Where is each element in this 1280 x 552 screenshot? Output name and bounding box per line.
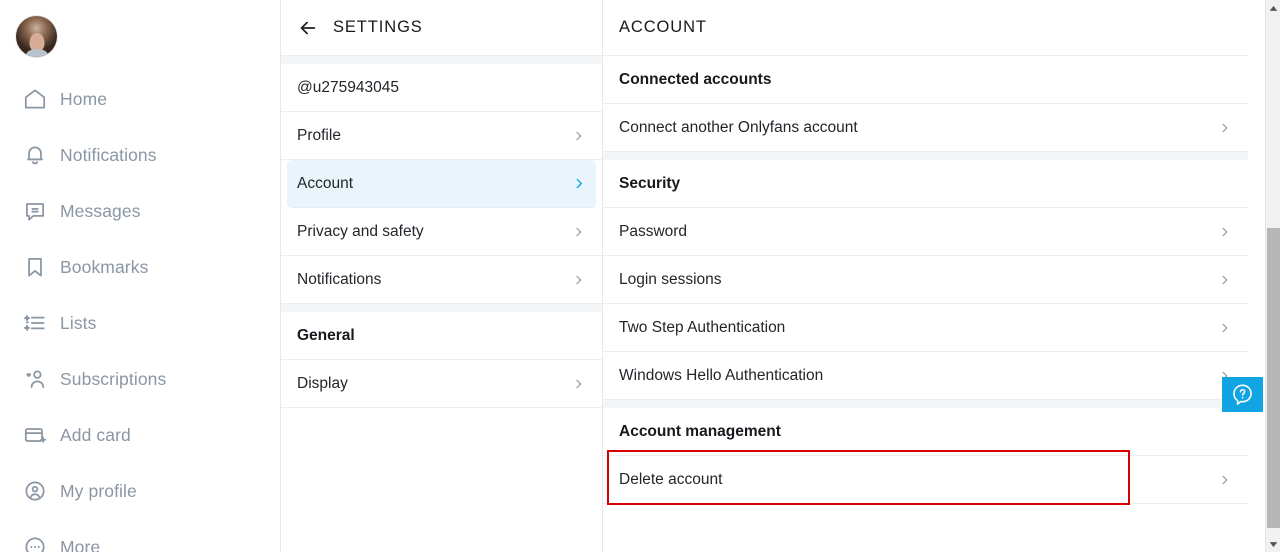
sidebar-item-bookmarks[interactable]: Bookmarks: [0, 239, 280, 295]
settings-band-top: [281, 56, 602, 64]
account-row-label: Connect another Onlyfans account: [619, 118, 858, 136]
account-row-label: Delete account: [619, 470, 723, 488]
account-row-password[interactable]: Password: [603, 208, 1248, 256]
settings-item-label: Notifications: [297, 270, 382, 288]
sidebar-item-add-card[interactable]: Add card: [0, 407, 280, 463]
app-root: Home Notifications Messages Bookmarks Li…: [0, 0, 1280, 552]
account-row-label: Two Step Authentication: [619, 318, 786, 336]
account-band-security: [603, 152, 1248, 160]
browser-scrollbar[interactable]: [1265, 0, 1280, 552]
list-icon: [22, 308, 56, 338]
page-title: SETTINGS: [333, 18, 423, 36]
settings-item-profile[interactable]: Profile: [281, 112, 602, 160]
card-plus-icon: [22, 420, 56, 450]
sidebar-item-home[interactable]: Home: [0, 71, 280, 127]
account-header: ACCOUNT: [603, 0, 1248, 56]
sidebar-item-messages[interactable]: Messages: [0, 183, 280, 239]
settings-panel: SETTINGS @u275943045 Profile Account Pri…: [281, 0, 603, 552]
sidebar-item-lists[interactable]: Lists: [0, 295, 280, 351]
sidebar-item-label: Lists: [60, 312, 97, 333]
settings-item-display[interactable]: Display: [281, 360, 602, 408]
chevron-right-icon: [572, 173, 586, 195]
account-row-login-sessions[interactable]: Login sessions: [603, 256, 1248, 304]
account-panel: ACCOUNT Connected accounts Connect anoth…: [603, 0, 1280, 552]
sidebar-item-label: More: [60, 536, 101, 552]
settings-item-account[interactable]: Account: [287, 160, 596, 208]
home-icon: [22, 84, 56, 114]
account-band-management: [603, 400, 1248, 408]
account-section-security: Security: [603, 160, 1248, 208]
settings-username-row[interactable]: @u275943045: [281, 64, 602, 112]
chevron-right-icon: [1218, 469, 1232, 491]
scrollbar-thumb[interactable]: [1267, 228, 1280, 528]
sidebar-item-label: Notifications: [60, 144, 157, 165]
account-section-label: Connected accounts: [619, 70, 772, 88]
help-button[interactable]: [1222, 377, 1263, 412]
help-question-icon: [1233, 384, 1252, 405]
avatar-container[interactable]: [0, 0, 280, 57]
settings-item-label: Privacy and safety: [297, 222, 424, 240]
settings-header: SETTINGS: [281, 0, 602, 56]
subscriptions-icon: [22, 364, 56, 394]
chevron-right-icon: [572, 221, 586, 243]
chevron-right-icon: [1218, 317, 1232, 339]
sidebar-item-label: Add card: [60, 424, 131, 445]
account-section-label: Account management: [619, 422, 781, 440]
chevron-right-icon: [572, 269, 586, 291]
settings-section-label: General: [297, 326, 355, 344]
sidebar-item-subscriptions[interactable]: Subscriptions: [0, 351, 280, 407]
sidebar-item-label: My profile: [60, 480, 137, 501]
sidebar-item-label: Messages: [60, 200, 141, 221]
avatar[interactable]: [16, 16, 57, 57]
scrollbar-track[interactable]: [1266, 16, 1280, 228]
sidebar-item-label: Home: [60, 88, 108, 109]
settings-band-general: [281, 304, 602, 312]
sidebar-item-my-profile[interactable]: My profile: [0, 463, 280, 519]
account-section-label: Security: [619, 174, 681, 192]
chevron-right-icon: [1218, 221, 1232, 243]
settings-item-label: Display: [297, 374, 348, 392]
bookmark-icon: [22, 252, 56, 282]
account-row-connect-another-onlyfans-account[interactable]: Connect another Onlyfans account: [603, 104, 1248, 152]
sidebar-item-more[interactable]: More: [0, 519, 280, 552]
account-row-windows-hello-authentication[interactable]: Windows Hello Authentication: [603, 352, 1248, 400]
sidebar-item-label: Bookmarks: [60, 256, 149, 277]
settings-empty-area: [281, 408, 602, 552]
settings-username: @u275943045: [297, 78, 399, 96]
chevron-right-icon: [1218, 269, 1232, 291]
sidebar-item-label: Subscriptions: [60, 368, 167, 389]
settings-section-general: General: [281, 312, 602, 360]
settings-item-privacy-and-safety[interactable]: Privacy and safety: [281, 208, 602, 256]
account-row-label: Password: [619, 222, 688, 240]
settings-item-label: Profile: [297, 126, 341, 144]
account-title: ACCOUNT: [619, 18, 707, 36]
profile-icon: [22, 476, 56, 506]
account-row-label: Windows Hello Authentication: [619, 366, 824, 384]
back-arrow-icon[interactable]: [297, 17, 319, 39]
bell-icon: [22, 140, 56, 170]
account-section-account-management: Account management: [603, 408, 1248, 456]
chevron-right-icon: [572, 125, 586, 147]
account-row-label: Login sessions: [619, 270, 722, 288]
sidebar-nav-list: Home Notifications Messages Bookmarks Li…: [0, 71, 280, 552]
more-dots-icon: [22, 532, 56, 552]
scrollbar-up-arrow[interactable]: [1266, 0, 1280, 16]
settings-item-notifications[interactable]: Notifications: [281, 256, 602, 304]
scrollbar-down-arrow[interactable]: [1266, 536, 1280, 552]
account-row-delete-account[interactable]: Delete account: [603, 456, 1248, 504]
settings-item-label: Account: [297, 174, 354, 192]
sidebar-item-notifications[interactable]: Notifications: [0, 127, 280, 183]
chevron-right-icon: [1218, 117, 1232, 139]
chevron-right-icon: [572, 373, 586, 395]
message-icon: [22, 196, 56, 226]
left-sidebar: Home Notifications Messages Bookmarks Li…: [0, 0, 281, 552]
account-row-two-step-authentication[interactable]: Two Step Authentication: [603, 304, 1248, 352]
account-section-connected-accounts: Connected accounts: [603, 56, 1248, 104]
